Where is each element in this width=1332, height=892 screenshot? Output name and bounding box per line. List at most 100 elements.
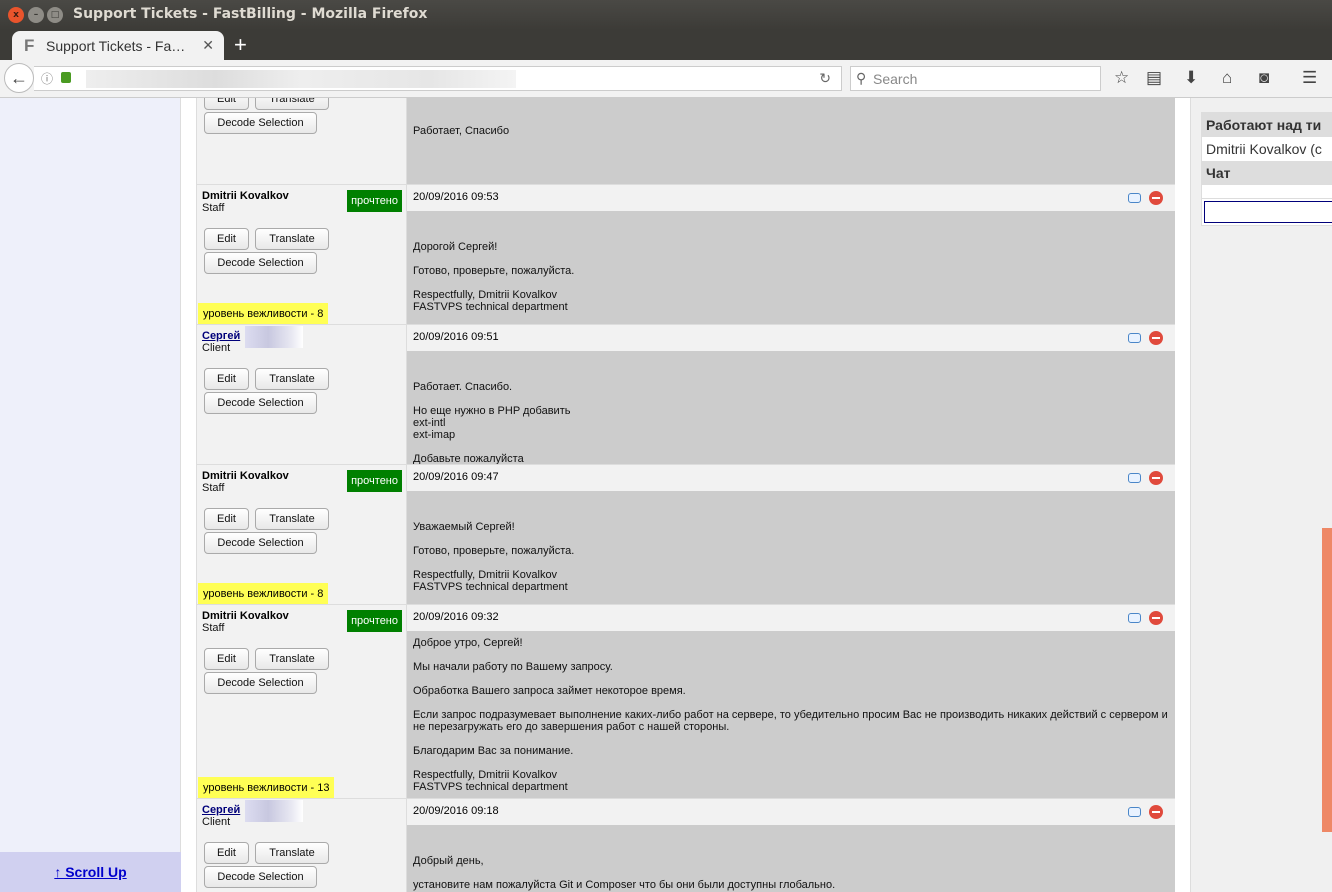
decode-selection-button[interactable]: Decode Selection [204,112,317,134]
decode-selection-button[interactable]: Decode Selection [204,866,317,888]
decode-selection-button[interactable]: Decode Selection [204,252,317,274]
author-role: Staff [202,482,225,494]
home-icon[interactable]: ⌂ [1222,68,1232,88]
translate-button[interactable]: Translate [255,842,329,864]
decode-selection-button[interactable]: Decode Selection [204,532,317,554]
url-bar[interactable]: ⓘ ↻ [34,66,842,91]
message-date: 20/09/2016 09:18 [413,805,499,817]
menu-icon[interactable]: ☰ [1302,68,1317,88]
author-role: Staff [202,622,225,634]
read-badge: прочтено [347,470,402,492]
edit-button[interactable]: Edit [204,842,249,864]
working-on-ticket-value: Dmitrii Kovalkov (c [1206,141,1322,157]
ticket-info-box: Работают над ти Dmitrii Kovalkov (c Чат [1201,112,1332,226]
message-meta: Сергей Client Edit Translate Decode Sele… [196,325,407,464]
nav-toolbar: ← ⓘ ↻ ⚲ Search ☆ ▤ ⬇ ⌂ ◙ ☰ [0,60,1332,98]
reload-icon[interactable]: ↻ [819,70,831,87]
chat-header: Чат [1202,161,1332,185]
politeness-level: уровень вежливости - 13 [198,777,335,798]
politeness-level: уровень вежливости - 8 [198,583,329,604]
translate-button[interactable]: Translate [255,368,329,390]
reply-chat-icon[interactable] [1128,473,1141,483]
edit-button[interactable]: Edit [204,508,249,530]
message-text: Работает, Спасибо [413,125,510,137]
decode-selection-button[interactable]: Decode Selection [204,672,317,694]
message-text: Дорогой Сергей! Готово, проверьте, пожалу… [413,241,575,313]
delete-icon[interactable] [1149,191,1163,205]
author-name: Dmitrii Kovalkov [202,190,289,202]
author-role: Staff [202,202,225,214]
lock-icon [61,72,71,83]
tab-label: Support Tickets - Fa… [46,38,186,54]
maximize-window-icon[interactable]: □ [47,7,63,23]
message-row: Edit Translate Decode Selection Работает… [196,98,1175,185]
redacted-surname [245,326,303,348]
right-panel: Работают над ти Dmitrii Kovalkov (c Чат [1190,98,1332,892]
page-scrollbar[interactable] [1322,528,1332,832]
message-content: 20/09/2016 09:47 Уважаемый Сергей! Готово… [407,465,1175,604]
message-meta: Edit Translate Decode Selection [196,98,407,184]
search-icon: ⚲ [856,70,867,86]
edit-button[interactable]: Edit [204,368,249,390]
info-icon[interactable]: ⓘ [41,70,53,87]
author-name: Dmitrii Kovalkov [202,610,289,622]
reply-chat-icon[interactable] [1128,613,1141,623]
tab-bar: F Support Tickets - Fa… ✕ + [0,30,1332,60]
tab-support-tickets[interactable]: F Support Tickets - Fa… ✕ [12,31,224,60]
delete-icon[interactable] [1149,611,1163,625]
message-text: Работает. Спасибо. Но еще нужно в PHP доб… [413,381,571,465]
message-date: 20/09/2016 09:47 [413,471,499,483]
delete-icon[interactable] [1149,805,1163,819]
back-icon[interactable]: ← [4,63,34,93]
reply-chat-icon[interactable] [1128,807,1141,817]
translate-button[interactable]: Translate [255,228,329,250]
author-role: Client [202,816,231,828]
delete-icon[interactable] [1149,331,1163,345]
search-input[interactable]: ⚲ Search [850,66,1101,91]
chat-log [1202,185,1332,199]
edit-button[interactable]: Edit [204,228,249,250]
message-text: Доброе утро, Сергей! Мы начали работу по … [413,637,1168,793]
working-on-ticket-header: Работают над ти [1202,113,1332,137]
pocket-icon[interactable]: ◙ [1259,68,1269,88]
url-redacted [86,70,516,88]
author-name-link[interactable]: Сергей [202,804,240,816]
message-meta: Сергей Client Edit Translate Decode Sele… [196,799,407,892]
message-row: Dmitrii Kovalkov Staff прочтено Edit Tra… [196,465,1175,605]
new-tab-icon[interactable]: + [234,32,247,58]
chat-input[interactable] [1204,201,1332,223]
close-tab-icon[interactable]: ✕ [202,37,214,54]
message-text: Уважаемый Сергей! Готово, проверьте, пожа… [413,521,575,593]
edit-button[interactable]: Edit [204,98,249,110]
edit-button[interactable]: Edit [204,648,249,670]
delete-icon[interactable] [1149,471,1163,485]
scroll-up-link[interactable]: ↑ Scroll Up [0,852,181,892]
message-date: 20/09/2016 09:53 [413,191,499,203]
message-row: Dmitrii Kovalkov Staff прочтено Edit Tra… [196,605,1175,799]
read-badge: прочтено [347,190,402,212]
message-meta: Dmitrii Kovalkov Staff прочтено Edit Tra… [196,605,407,798]
minimize-window-icon[interactable]: – [28,7,44,23]
translate-button[interactable]: Translate [255,648,329,670]
author-name-link[interactable]: Сергей [202,330,240,342]
window-titlebar: x – □ Support Tickets - FastBilling - Mo… [0,0,1332,30]
message-content: 20/09/2016 09:51 Работает. Спасибо. Но ещ… [407,325,1175,464]
message-row: Сергей Client Edit Translate Decode Sele… [196,799,1175,892]
message-meta: Dmitrii Kovalkov Staff прочтено Edit Tra… [196,185,407,324]
message-content: 20/09/2016 09:18 Добрый день, установите … [407,799,1175,892]
message-text: Добрый день, установите нам пожалуйста Gi… [413,855,836,891]
favicon: F [24,36,35,55]
decode-selection-button[interactable]: Decode Selection [204,392,317,414]
close-window-icon[interactable]: x [8,7,24,23]
translate-button[interactable]: Translate [255,508,329,530]
message-content: Работает, Спасибо [407,98,1175,184]
author-role: Client [202,342,231,354]
downloads-icon[interactable]: ⬇ [1184,68,1198,88]
left-sidebar: ↑ Scroll Up [0,98,181,892]
bookmark-star-icon[interactable]: ☆ [1114,68,1129,88]
reply-chat-icon[interactable] [1128,193,1141,203]
reply-chat-icon[interactable] [1128,333,1141,343]
translate-button[interactable]: Translate [255,98,329,110]
message-meta: Dmitrii Kovalkov Staff прочтено Edit Tra… [196,465,407,604]
reading-list-icon[interactable]: ▤ [1146,68,1162,88]
